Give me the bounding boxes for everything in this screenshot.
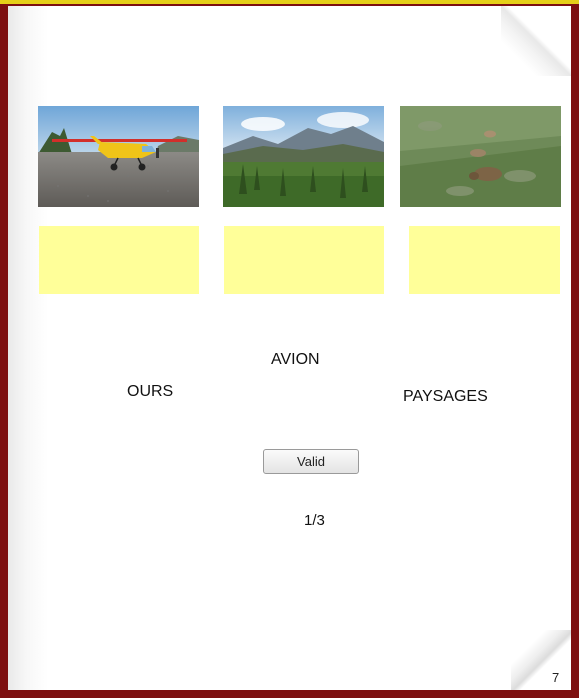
word-paysages[interactable]: PAYSAGES	[403, 388, 488, 406]
word-avion[interactable]: AVION	[271, 351, 320, 369]
page-curl-bottom	[511, 630, 571, 690]
book-frame: AVION OURS PAYSAGES Valid 1/3 7	[0, 0, 579, 698]
mountain-landscape-photo	[223, 106, 384, 207]
top-stripe	[0, 0, 579, 4]
yellow-plane-photo	[38, 106, 199, 207]
drop-zone-2[interactable]	[224, 226, 384, 294]
word-ours[interactable]: OURS	[127, 383, 173, 401]
valid-button[interactable]: Valid	[263, 449, 359, 474]
page-curl-top	[501, 6, 571, 76]
drop-zone-1[interactable]	[39, 226, 199, 294]
drop-zone-3[interactable]	[409, 226, 560, 294]
page-number: 7	[552, 670, 560, 685]
book-page: AVION OURS PAYSAGES Valid 1/3 7	[8, 6, 571, 690]
bears-photo	[400, 106, 561, 207]
progress-counter: 1/3	[304, 512, 325, 529]
